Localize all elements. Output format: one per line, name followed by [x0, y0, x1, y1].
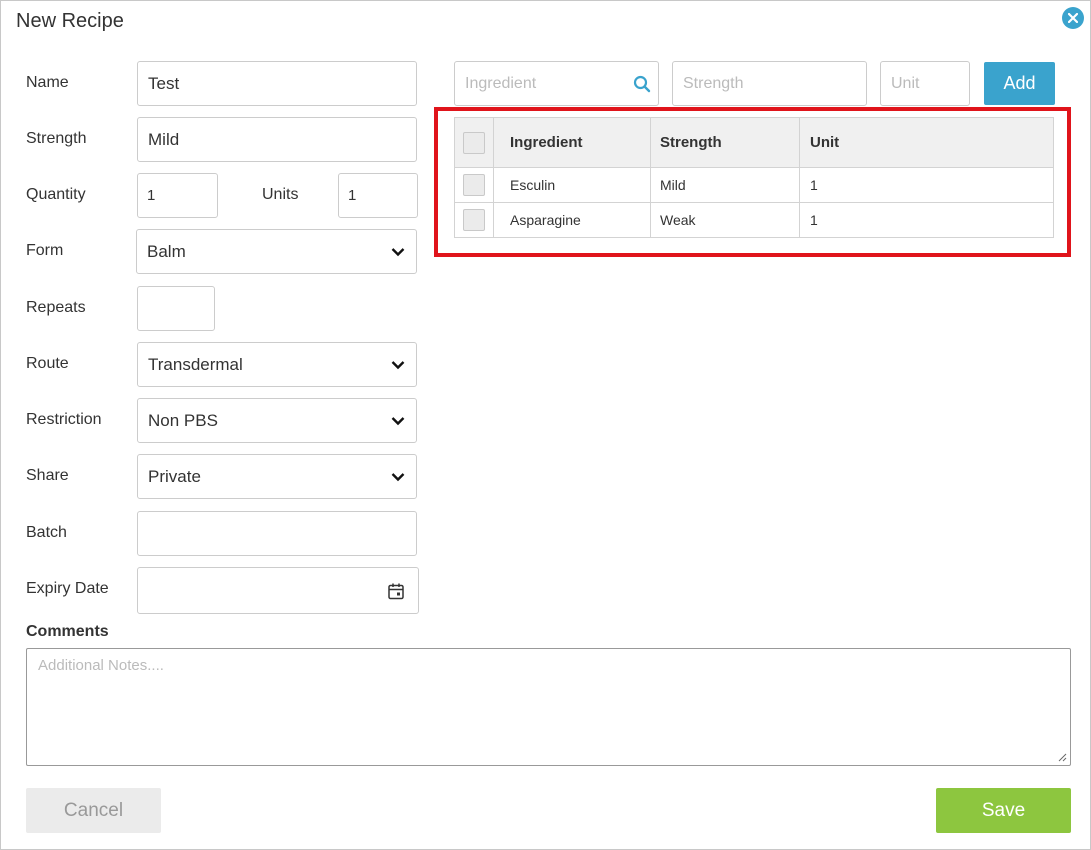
share-select[interactable]: Private	[137, 454, 417, 499]
cell-ingredient: Asparagine	[510, 212, 581, 228]
ingredients-table: Ingredient Strength Unit Esculin Mild 1 …	[454, 117, 1054, 238]
route-label: Route	[26, 355, 69, 372]
cell-unit: 1	[810, 177, 818, 193]
column-header-unit[interactable]: Unit	[810, 118, 839, 167]
restriction-select[interactable]: Non PBS	[137, 398, 417, 443]
column-divider	[493, 203, 494, 237]
search-icon[interactable]	[633, 75, 651, 93]
column-divider	[799, 168, 800, 202]
close-button[interactable]	[1062, 7, 1084, 29]
chevron-down-icon	[391, 247, 405, 256]
strength-label: Strength	[26, 130, 87, 147]
quantity-field[interactable]: 1	[137, 173, 218, 218]
calendar-icon[interactable]	[388, 582, 404, 599]
units-value: 1	[348, 187, 357, 204]
close-icon	[1068, 13, 1078, 23]
cell-unit: 1	[810, 212, 818, 228]
add-ingredient-button[interactable]: Add	[984, 62, 1055, 105]
save-button[interactable]: Save	[936, 788, 1071, 833]
cancel-button[interactable]: Cancel	[26, 788, 161, 833]
comments-placeholder: Additional Notes....	[38, 657, 164, 674]
comments-textarea[interactable]: Additional Notes....	[26, 648, 1071, 766]
units-label: Units	[262, 186, 299, 203]
restriction-value: Non PBS	[148, 410, 218, 430]
form-label: Form	[26, 242, 64, 259]
repeats-field[interactable]	[137, 286, 215, 331]
row-checkbox[interactable]	[463, 174, 485, 196]
expiry-date-field[interactable]	[137, 567, 419, 614]
comments-label: Comments	[26, 623, 109, 640]
share-label: Share	[26, 467, 69, 484]
dialog-title: New Recipe	[16, 10, 124, 32]
quantity-label: Quantity	[26, 186, 86, 203]
column-header-strength[interactable]: Strength	[660, 118, 722, 167]
repeats-label: Repeats	[26, 299, 86, 316]
column-header-ingredient[interactable]: Ingredient	[510, 118, 583, 167]
table-row[interactable]: Esculin Mild 1	[455, 168, 1053, 203]
route-select[interactable]: Transdermal	[137, 342, 417, 387]
cell-strength: Weak	[660, 212, 696, 228]
column-divider	[650, 118, 651, 167]
row-checkbox[interactable]	[463, 209, 485, 231]
share-value: Private	[148, 466, 201, 486]
ingredient-strength-field[interactable]: Strength	[672, 61, 867, 106]
column-divider	[650, 203, 651, 237]
ingredient-strength-placeholder: Strength	[683, 74, 744, 92]
new-recipe-dialog: New Recipe Name Test Strength Mild Quant…	[0, 0, 1091, 850]
route-value: Transdermal	[148, 354, 243, 374]
expiry-date-label: Expiry Date	[26, 580, 109, 597]
column-divider	[799, 203, 800, 237]
ingredient-search-field[interactable]: Ingredient	[454, 61, 659, 106]
batch-label: Batch	[26, 524, 67, 541]
chevron-down-icon	[391, 416, 405, 425]
units-field[interactable]: 1	[338, 173, 418, 218]
column-divider	[650, 168, 651, 202]
table-row[interactable]: Asparagine Weak 1	[455, 203, 1053, 238]
strength-value: Mild	[148, 129, 180, 149]
name-value: Test	[148, 73, 180, 93]
ingredient-unit-placeholder: Unit	[891, 74, 920, 92]
batch-field[interactable]	[137, 511, 417, 556]
strength-field[interactable]: Mild	[137, 117, 417, 162]
chevron-down-icon	[391, 472, 405, 481]
name-label: Name	[26, 74, 69, 91]
select-all-checkbox[interactable]	[463, 132, 485, 154]
column-divider	[493, 168, 494, 202]
table-header: Ingredient Strength Unit	[455, 118, 1053, 168]
column-divider	[493, 118, 494, 167]
resize-handle-icon[interactable]	[1057, 752, 1067, 762]
cell-ingredient: Esculin	[510, 177, 556, 193]
restriction-label: Restriction	[26, 411, 102, 428]
name-field[interactable]: Test	[137, 61, 417, 106]
form-select[interactable]: Balm	[136, 229, 417, 274]
column-divider	[799, 118, 800, 167]
quantity-value: 1	[147, 187, 156, 204]
ingredient-search-placeholder: Ingredient	[465, 74, 537, 92]
chevron-down-icon	[391, 360, 405, 369]
ingredient-unit-field[interactable]: Unit	[880, 61, 970, 106]
form-value: Balm	[147, 241, 186, 261]
cell-strength: Mild	[660, 177, 686, 193]
